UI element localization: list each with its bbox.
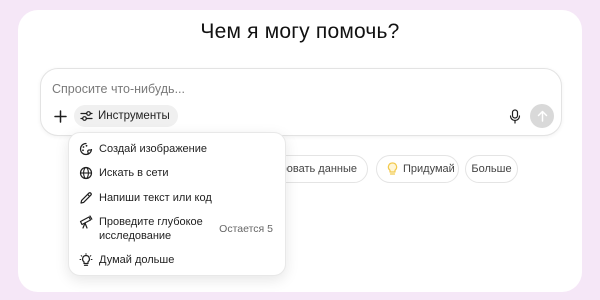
arrow-up-icon xyxy=(537,110,548,122)
tools-button-label: Инструменты xyxy=(98,110,170,122)
tools-button[interactable]: Инструменты xyxy=(74,105,178,127)
suggestion-more-label: Больше xyxy=(471,163,512,175)
add-attachment-button[interactable] xyxy=(51,107,69,125)
suggestion-invent[interactable]: Придумай xyxy=(376,155,459,183)
menu-item-label: Напиши текст или код xyxy=(99,192,212,204)
menu-item-deep-research[interactable]: Проведите глубокое исследование Остается… xyxy=(69,215,285,243)
lightbulb-icon xyxy=(387,162,398,176)
menu-item-label: Создай изображение xyxy=(99,143,208,155)
microphone-icon xyxy=(509,108,521,124)
menu-item-create-image[interactable]: Создай изображение xyxy=(69,142,285,156)
menu-item-label: Проведите глубокое исследование xyxy=(99,216,203,242)
tools-dropdown-menu: Создай изображение Искать в сети Напиши … xyxy=(68,132,286,276)
menu-item-label: Искать в сети xyxy=(99,167,169,179)
menu-item-write-text-code[interactable]: Напиши текст или код xyxy=(69,191,285,205)
send-button[interactable] xyxy=(530,104,554,128)
suggestion-more[interactable]: Больше xyxy=(465,155,518,183)
voice-input-button[interactable] xyxy=(506,107,524,125)
suggestion-invent-label: Придумай xyxy=(403,163,455,175)
menu-item-think-longer[interactable]: Думай дольше xyxy=(69,253,285,267)
sliders-icon xyxy=(80,110,93,122)
lightbulb-icon xyxy=(79,253,93,267)
plus-icon xyxy=(53,109,67,123)
telescope-icon xyxy=(79,215,93,229)
globe-icon xyxy=(79,166,93,180)
prompt-composer: Инструменты xyxy=(40,68,562,136)
remaining-count-badge: Остается 5 xyxy=(219,223,273,235)
menu-item-label: Думай дольше xyxy=(99,254,175,266)
page-title: Чем я могу помочь? xyxy=(200,20,400,43)
menu-item-web-search[interactable]: Искать в сети xyxy=(69,166,285,180)
paintbrush-icon xyxy=(79,142,93,156)
prompt-input[interactable] xyxy=(52,80,472,98)
pen-icon xyxy=(79,191,93,205)
